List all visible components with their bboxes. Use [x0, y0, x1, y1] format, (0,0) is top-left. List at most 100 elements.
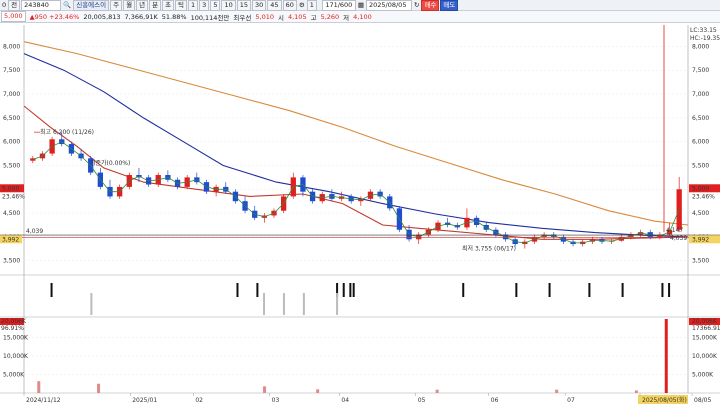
page-indicator[interactable]: 171/600 — [321, 0, 356, 11]
interval-15[interactable]: 15 — [236, 0, 252, 11]
stock-code-input[interactable]: 243840 — [21, 0, 62, 11]
marker-icon[interactable]: 0 — [1, 1, 7, 10]
signal-bar — [515, 283, 518, 297]
volume-rate-unit: % — [180, 12, 187, 21]
signal-bar — [661, 283, 664, 297]
right-pct-text: 23.46% — [692, 193, 715, 200]
volume-bar — [664, 318, 668, 393]
y-tick-label-left: 5,500 — [3, 162, 20, 169]
tab-tick[interactable]: 틱 — [175, 0, 188, 11]
settings-icon[interactable]: ⚙ — [298, 1, 306, 10]
x-axis-label: 05 — [418, 397, 426, 404]
foreign-qty-unit: 천만 — [217, 13, 230, 22]
y-tick-label-right: 4,500 — [692, 210, 709, 217]
x-axis-label: 02 — [195, 397, 203, 404]
signal-bar — [50, 283, 53, 297]
search-icon[interactable]: 🔍 — [62, 1, 72, 10]
volume-tick-left: 5,000K — [3, 372, 25, 379]
signal-bar-grey — [336, 293, 339, 315]
level1-annotation: 4,147 — [666, 227, 683, 234]
trade-value-unit: K — [153, 12, 158, 21]
volume-bar — [634, 390, 638, 393]
quote-bar: 5,000 ▲950 +23.46% 20,005,813 7,366,91K … — [0, 11, 720, 23]
right-hc-text: HC:-19.35 — [690, 35, 720, 42]
price-change: ▲950 +23.46% — [30, 13, 80, 21]
x-axis-label: 06 — [491, 397, 499, 404]
interval-5[interactable]: 5 — [210, 0, 221, 11]
y-tick-label-right: 8,000 — [692, 43, 709, 50]
y-tick-label-left: 7,000 — [3, 91, 20, 98]
tab-month[interactable]: 월 — [123, 0, 136, 11]
volume-bar — [316, 389, 320, 393]
signal-bar — [588, 283, 591, 297]
y-tick-label-left: 6,000 — [3, 139, 20, 146]
interval-30[interactable]: 30 — [252, 0, 267, 11]
signal-bar-grey — [282, 293, 285, 315]
low-value: 4,100 — [353, 12, 372, 21]
left-price-tag-text: 5,000 — [2, 185, 19, 192]
signal-bar-grey — [263, 293, 266, 315]
x-axis-label: 2025/01 — [132, 397, 157, 404]
interval-cursor[interactable]: 1 — [306, 0, 317, 11]
x-axis-label: 04 — [341, 397, 349, 404]
interval-45[interactable]: 45 — [267, 0, 282, 11]
volume-bar — [97, 383, 101, 393]
y-tick-label-right: 3,500 — [692, 258, 709, 265]
tab-minute[interactable]: 분 — [149, 0, 162, 11]
volume-tick-right: 15,000K — [692, 335, 718, 342]
left-mid-text: 4,039 — [26, 228, 43, 235]
y-tick-label-right: 6,000 — [692, 139, 709, 146]
best-price-label: 최우선 — [233, 13, 252, 22]
high-label: 고 — [310, 13, 317, 22]
y-tick-label-right: 6,500 — [692, 115, 709, 122]
right-low-tag-text: 3,992 — [692, 236, 709, 243]
right-price-tag-text: 5,000 — [692, 185, 709, 192]
calendar-icon[interactable]: ▦ — [357, 1, 365, 10]
signal-bar — [349, 283, 352, 297]
level2-annotation: 4,039 — [670, 235, 687, 242]
volume-rate-number: 51.88 — [161, 12, 181, 21]
ref-annotation: 기준가(0.00%) — [90, 159, 130, 167]
sell-button[interactable]: 매도 — [440, 0, 459, 11]
foreign-qty-number: 100,114 — [190, 13, 218, 22]
signal-bar-grey — [90, 293, 93, 315]
tab-second[interactable]: 초 — [162, 0, 175, 11]
stock-chart[interactable]: 8,000 8,000 7,500 7,500 7,000 7,000 6,500 6,500… — [0, 23, 720, 404]
interval-1[interactable]: 1 — [188, 0, 199, 11]
signal-bar-grey — [302, 293, 305, 315]
date-input[interactable]: 2025/08/05 — [365, 0, 412, 11]
volume-value: 20,005,813 — [83, 12, 121, 21]
toolbar: 0 전 243840 🔍 신흥에스이 주 월 년 분 초 틱 1 3 5 10 … — [0, 0, 720, 11]
x-axis-label: 2024/11/12 — [26, 397, 61, 404]
tab-year[interactable]: 년 — [136, 0, 149, 11]
open-value: 4,105 — [287, 12, 307, 21]
signal-bar — [668, 283, 671, 297]
volume-top-tag-right-text: 20,006K — [692, 318, 718, 325]
y-tick-label-left: 7,500 — [3, 67, 20, 74]
refresh-icon[interactable]: ↻ — [413, 1, 420, 10]
y-tick-label-left: 8,000 — [3, 43, 20, 50]
market-selector[interactable]: 전 — [8, 0, 21, 11]
volume-top-tag-left-text: 20,006K — [1, 318, 27, 325]
left-low-tag-text: 3,992 — [2, 236, 19, 243]
stock-name-field[interactable]: 신흥에스이 — [73, 0, 110, 11]
tab-week[interactable]: 주 — [110, 0, 123, 11]
best-price-value: 5,010 — [255, 12, 274, 21]
volume-bar — [37, 381, 41, 393]
volume-tick-left: 15,000K — [3, 335, 29, 342]
interval-3[interactable]: 3 — [199, 0, 210, 11]
high-annotation: 최고 6,200 (11/26) — [40, 128, 94, 136]
volume-rate: 51.88% — [162, 13, 187, 21]
volume-pct-left: 96.91% — [1, 325, 24, 332]
trade-value: 7,366,91K — [125, 13, 158, 21]
buy-button[interactable]: 매수 — [421, 0, 440, 11]
signal-bar — [548, 283, 551, 297]
y-tick-label-right: 7,500 — [692, 67, 709, 74]
volume-bar — [435, 389, 439, 393]
low-annotation: 최저 3,755 (06/17) — [462, 245, 516, 253]
y-tick-label-left: 6,500 — [3, 115, 20, 122]
left-pct-text: 23.46% — [2, 193, 25, 200]
interval-10[interactable]: 10 — [221, 0, 236, 11]
interval-60[interactable]: 60 — [282, 0, 297, 11]
x-axis-label: 03 — [272, 397, 280, 404]
